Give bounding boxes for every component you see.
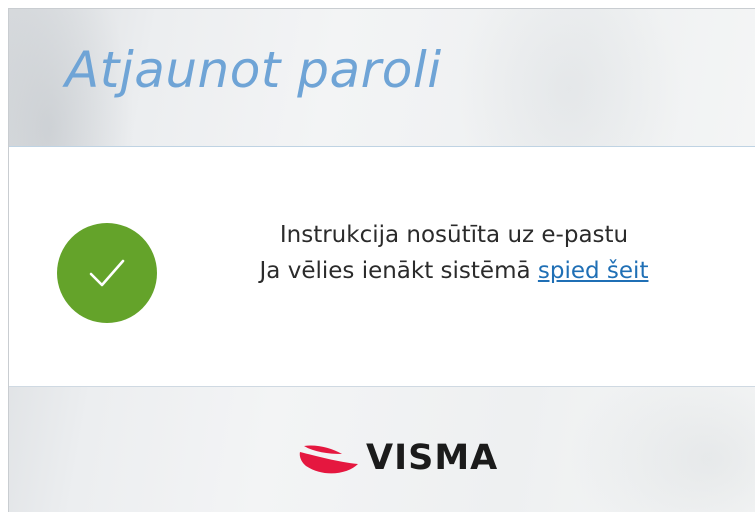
checkmark-icon bbox=[89, 259, 125, 287]
logo-wordmark: VISMA bbox=[366, 438, 499, 478]
status-message: Instrukcija nosūtīta uz e-pastu Ja vēlie… bbox=[159, 217, 749, 289]
page-title: Atjaunot paroli bbox=[65, 41, 442, 99]
reset-password-window: Atjaunot paroli Instrukcija nosūtīta uz … bbox=[8, 8, 755, 512]
status-line-2: Ja vēlies ienākt sistēmā spied šeit bbox=[159, 253, 749, 289]
message-panel: Instrukcija nosūtīta uz e-pastu Ja vēlie… bbox=[9, 147, 755, 387]
login-link[interactable]: spied šeit bbox=[538, 258, 649, 284]
status-line-1: Instrukcija nosūtīta uz e-pastu bbox=[279, 222, 629, 248]
status-line-2-text: Ja vēlies ienākt sistēmā bbox=[259, 258, 531, 284]
header: Atjaunot paroli bbox=[9, 9, 755, 147]
visma-logo: VISMA bbox=[298, 441, 498, 476]
success-checkmark-icon bbox=[57, 223, 157, 323]
footer: VISMA bbox=[9, 387, 755, 512]
visma-swoosh-icon bbox=[299, 444, 358, 473]
